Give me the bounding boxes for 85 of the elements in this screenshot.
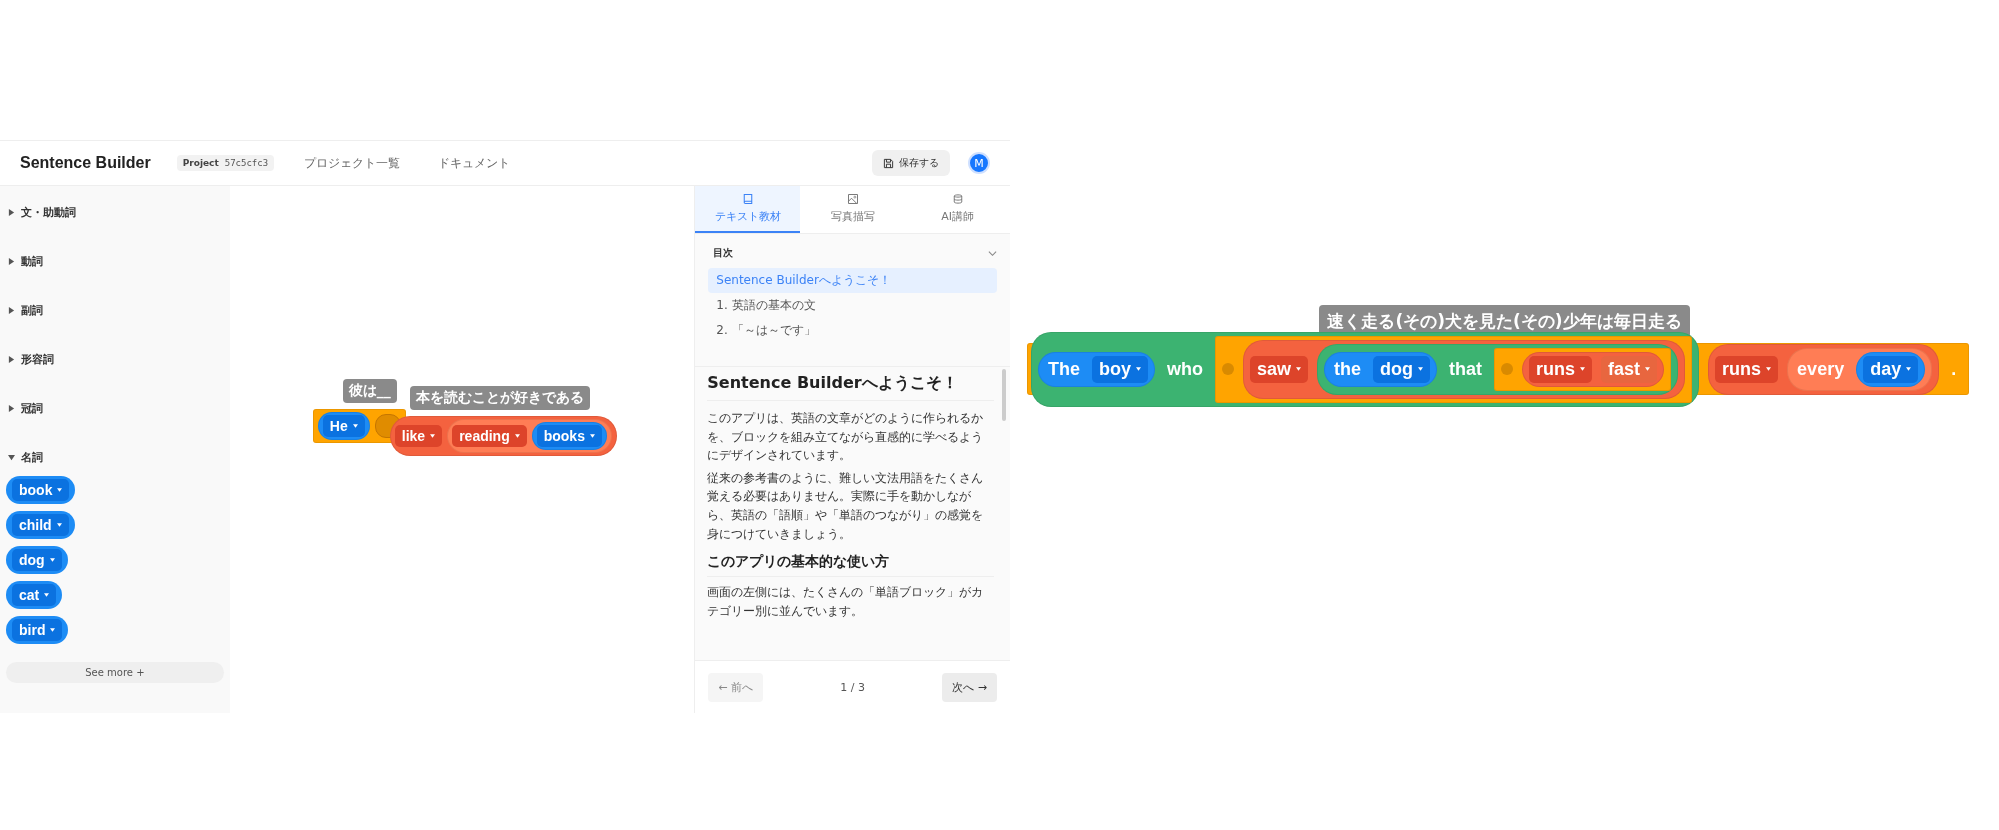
word-dropdown[interactable]: day [1863, 355, 1919, 383]
chevron-icon[interactable] [988, 248, 997, 258]
caret-icon [50, 628, 56, 632]
caret-icon [1136, 367, 1142, 371]
block-word: The [1047, 358, 1081, 380]
article-paragraph: このアプリは、英語の文章がどのように作られるかを、ブロックを組み立てながら直感的に学べるようにデザインされています。 [707, 410, 985, 465]
word-dropdown[interactable]: cat [12, 584, 57, 606]
empty-slot[interactable] [1501, 363, 1514, 375]
caret-icon [1580, 367, 1586, 371]
section-heading: このアプリの基本的な使い方 [707, 553, 994, 578]
triangle-icon [8, 307, 15, 314]
category-toggle[interactable]: 名詞 [6, 450, 224, 465]
caret-icon [1906, 367, 1912, 371]
panel-tab[interactable]: テキスト教材 [695, 186, 801, 233]
app-title: Sentence Builder [20, 154, 151, 172]
caret-icon [352, 424, 358, 428]
triangle-icon [8, 454, 15, 461]
image-icon [846, 193, 859, 205]
noun-block[interactable]: child [6, 511, 75, 539]
triangle-icon [8, 258, 15, 265]
category-toggle[interactable]: 形容詞 [6, 352, 224, 367]
word-dropdown[interactable]: fast [1601, 355, 1658, 383]
word-dropdown[interactable]: book [12, 479, 70, 501]
caret-icon [49, 558, 55, 562]
user-avatar[interactable]: M [968, 152, 990, 174]
triangle-icon [8, 209, 15, 216]
noun-block[interactable]: bird [6, 616, 69, 644]
caret-icon [430, 434, 436, 438]
scrollbar-thumb[interactable] [1002, 369, 1006, 421]
word-dropdown[interactable]: child [12, 514, 69, 536]
toc-item[interactable]: 2. 「～は～です」 [708, 318, 997, 343]
category-toggle[interactable]: 動詞 [6, 254, 224, 269]
word-dropdown[interactable]: like [394, 425, 443, 447]
caret-icon [589, 434, 595, 438]
word-dropdown[interactable]: boy [1092, 355, 1149, 383]
block-word: every [1796, 358, 1846, 380]
category-toggle[interactable]: 冠詞 [6, 401, 224, 416]
toc-title: 目次 [713, 246, 734, 260]
caret-icon [57, 488, 63, 492]
block-word: . [1950, 358, 1958, 380]
word-dropdown[interactable]: reading [452, 425, 527, 447]
save-button[interactable]: 保存する [872, 150, 950, 176]
see-more-button[interactable]: See more + [6, 662, 224, 683]
toc-item[interactable]: 1. 英語の基本の文 [708, 293, 997, 318]
nav-link[interactable]: プロジェクト一覧 [304, 154, 401, 172]
word-dropdown[interactable]: He [322, 415, 365, 437]
word-dropdown[interactable]: runs [1529, 355, 1593, 383]
word-dropdown[interactable]: saw [1250, 355, 1309, 383]
translation-label: 彼は__ [342, 379, 397, 403]
block-word: the [1333, 358, 1363, 380]
category-toggle[interactable]: 文・助動詞 [6, 205, 224, 220]
project-label: Project [182, 158, 219, 168]
word-dropdown[interactable]: dog [1373, 355, 1431, 383]
next-button[interactable]: 次へ → [942, 672, 997, 702]
toc-item[interactable]: Sentence Builderへようこそ！ [708, 268, 997, 293]
caret-icon [514, 434, 520, 438]
word-dropdown[interactable]: runs [1715, 355, 1779, 383]
article-heading: Sentence Builderへようこそ！ [707, 373, 994, 401]
article-paragraph: 画面の左側には、たくさんの「単語ブロック」がカテゴリー別に並んでいます。 [707, 584, 985, 620]
project-id: 57c5cfc3 [224, 158, 269, 168]
empty-slot[interactable] [1222, 363, 1235, 375]
book-icon [741, 193, 754, 205]
caret-icon [1296, 367, 1302, 371]
page-indicator: 1 / 3 [840, 680, 865, 694]
noun-block[interactable]: dog [6, 546, 68, 574]
save-icon [883, 157, 894, 169]
caret-icon [1766, 367, 1772, 371]
translation-label: 本を読むことが好きである [409, 386, 590, 410]
noun-block[interactable]: cat [6, 581, 63, 609]
caret-icon [56, 523, 62, 527]
block-word: who [1166, 358, 1205, 380]
triangle-icon [8, 405, 15, 412]
triangle-icon [8, 356, 15, 363]
article-paragraph: 従来の参考書のように、難しい文法用語をたくさん覚える必要はありません。実際に手を動かしながら、英語の「語順」や「単語のつながり」の感覚を身につけていきましょう。 [707, 469, 985, 543]
caret-icon [44, 593, 50, 597]
category-toggle[interactable]: 副詞 [6, 303, 224, 318]
noun-block[interactable]: book [6, 476, 76, 504]
word-dropdown[interactable]: bird [12, 619, 63, 641]
nav-link[interactable]: ドキュメント [438, 154, 511, 172]
database-icon [951, 193, 964, 205]
word-dropdown[interactable]: dog [12, 549, 62, 571]
caret-icon [1418, 367, 1424, 371]
caret-icon [1645, 367, 1651, 371]
block-word: that [1448, 358, 1484, 380]
word-dropdown[interactable]: books [536, 425, 602, 447]
